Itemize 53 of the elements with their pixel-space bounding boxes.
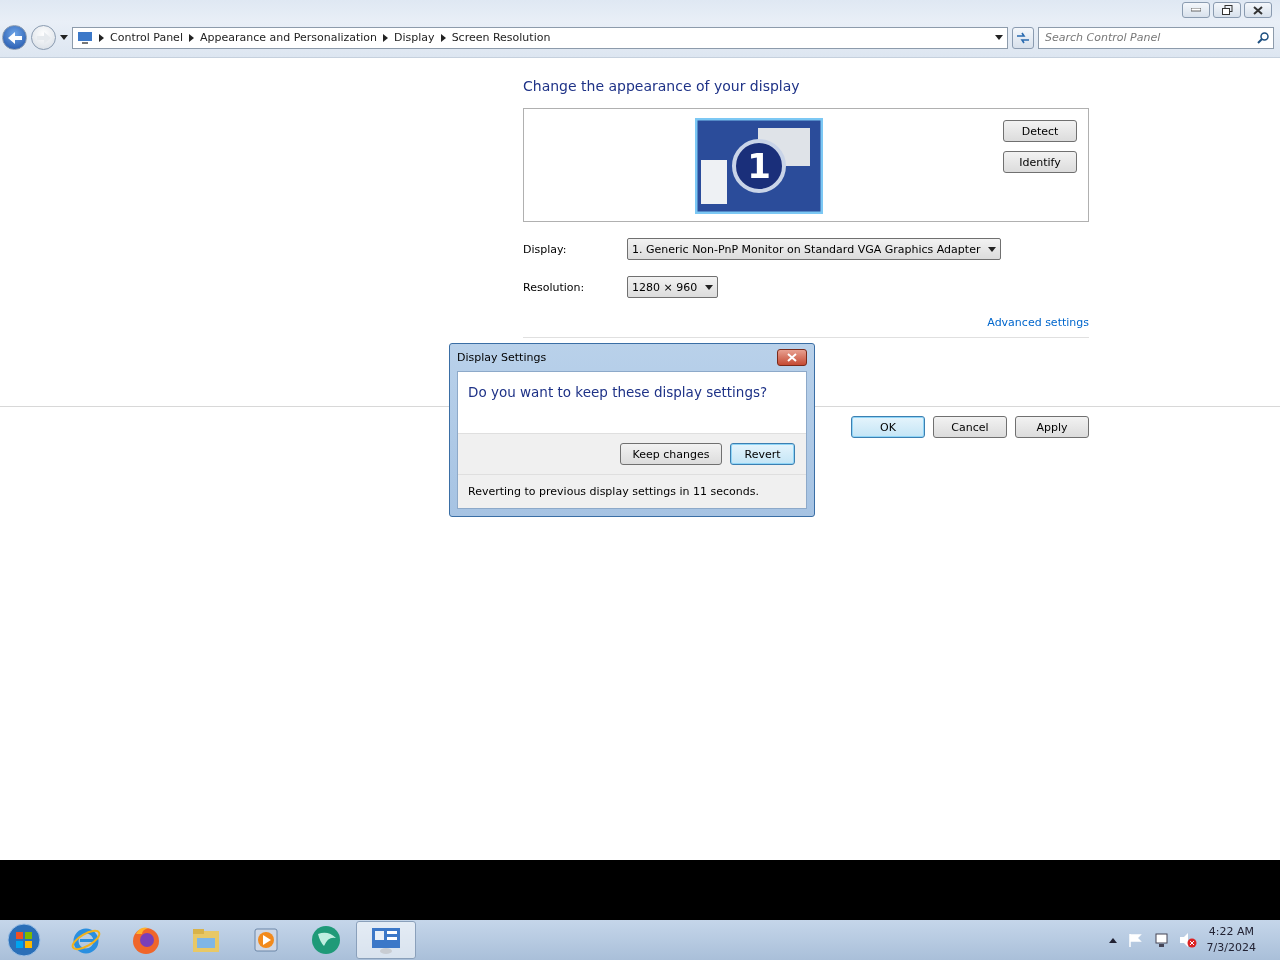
field-label: Resolution: bbox=[523, 280, 586, 294]
monitor-drawing[interactable]: 1 bbox=[695, 118, 823, 214]
restore-button[interactable] bbox=[1213, 2, 1241, 18]
search-field[interactable]: Search Control Panel bbox=[1038, 26, 1274, 49]
close-button[interactable] bbox=[777, 349, 807, 366]
restore-icon bbox=[1221, 5, 1233, 15]
dropdown[interactable]: 1280 × 960 bbox=[627, 276, 719, 298]
tray-expand-icon[interactable] bbox=[1108, 937, 1117, 943]
countdown-message: Reverting to previous display settings in 11 seconds. bbox=[458, 474, 806, 508]
network-icon[interactable] bbox=[1152, 932, 1169, 948]
taskbar-app[interactable] bbox=[356, 921, 416, 959]
minimize-icon bbox=[1191, 8, 1201, 12]
close-icon bbox=[1253, 5, 1263, 15]
close-button[interactable] bbox=[1244, 2, 1272, 18]
start-button[interactable] bbox=[6, 922, 42, 958]
dialog-question: Do you want to keep these display settings? bbox=[467, 383, 769, 402]
dropdown[interactable]: 1. Generic Non-PnP Monitor on Standard VGA Graphics Adapter bbox=[627, 238, 1002, 260]
caret-icon bbox=[705, 284, 714, 290]
back-button[interactable] bbox=[2, 25, 27, 50]
breadcrumb-link[interactable]: Screen Resolution bbox=[451, 31, 551, 44]
dialog-button[interactable]: Apply bbox=[1015, 416, 1089, 438]
refresh-icon bbox=[1016, 31, 1030, 44]
chevron-icon bbox=[188, 33, 194, 42]
breadcrumb-link[interactable]: Display bbox=[394, 31, 435, 44]
close-icon bbox=[787, 353, 797, 362]
refresh-button[interactable] bbox=[1012, 26, 1034, 49]
dialog-button[interactable]: Cancel bbox=[933, 416, 1007, 438]
caret-icon bbox=[988, 246, 997, 252]
side-button[interactable]: Detect bbox=[1003, 120, 1077, 142]
field-label: Display: bbox=[523, 242, 568, 256]
forward-button[interactable] bbox=[31, 25, 56, 50]
muted-speaker-icon[interactable] bbox=[1178, 932, 1197, 948]
breadcrumb-link[interactable]: Appearance and Personalization bbox=[199, 31, 378, 44]
side-button[interactable]: Identify bbox=[1003, 151, 1077, 173]
dialog-button[interactable]: Revert bbox=[730, 443, 795, 465]
advanced-settings-link[interactable]: Advanced settings bbox=[987, 316, 1089, 329]
forward-arrow-icon bbox=[36, 31, 51, 44]
chevron-icon bbox=[383, 33, 389, 42]
back-arrow-icon bbox=[7, 31, 22, 44]
chevron-icon bbox=[99, 33, 104, 42]
caret-icon bbox=[995, 35, 1003, 40]
chevron-icon bbox=[440, 33, 446, 42]
caret-icon bbox=[60, 35, 68, 40]
address-bar[interactable]: Control Panel Appearance and Personalization Display Screen Resolution bbox=[72, 26, 1008, 49]
dialog-button[interactable]: OK bbox=[851, 416, 925, 438]
dialog-title: Display Settings bbox=[457, 351, 547, 364]
breadcrumb-link[interactable]: Control Panel bbox=[110, 31, 183, 44]
search-icon bbox=[1257, 31, 1269, 44]
clock[interactable]: 4:22 AM 7/3/2024 bbox=[1206, 924, 1256, 956]
globe-icon bbox=[310, 924, 342, 956]
page-heading: Change the appearance of your display bbox=[523, 78, 801, 96]
dialog-button[interactable]: Keep changes bbox=[620, 443, 722, 465]
computer-icon bbox=[77, 30, 93, 45]
